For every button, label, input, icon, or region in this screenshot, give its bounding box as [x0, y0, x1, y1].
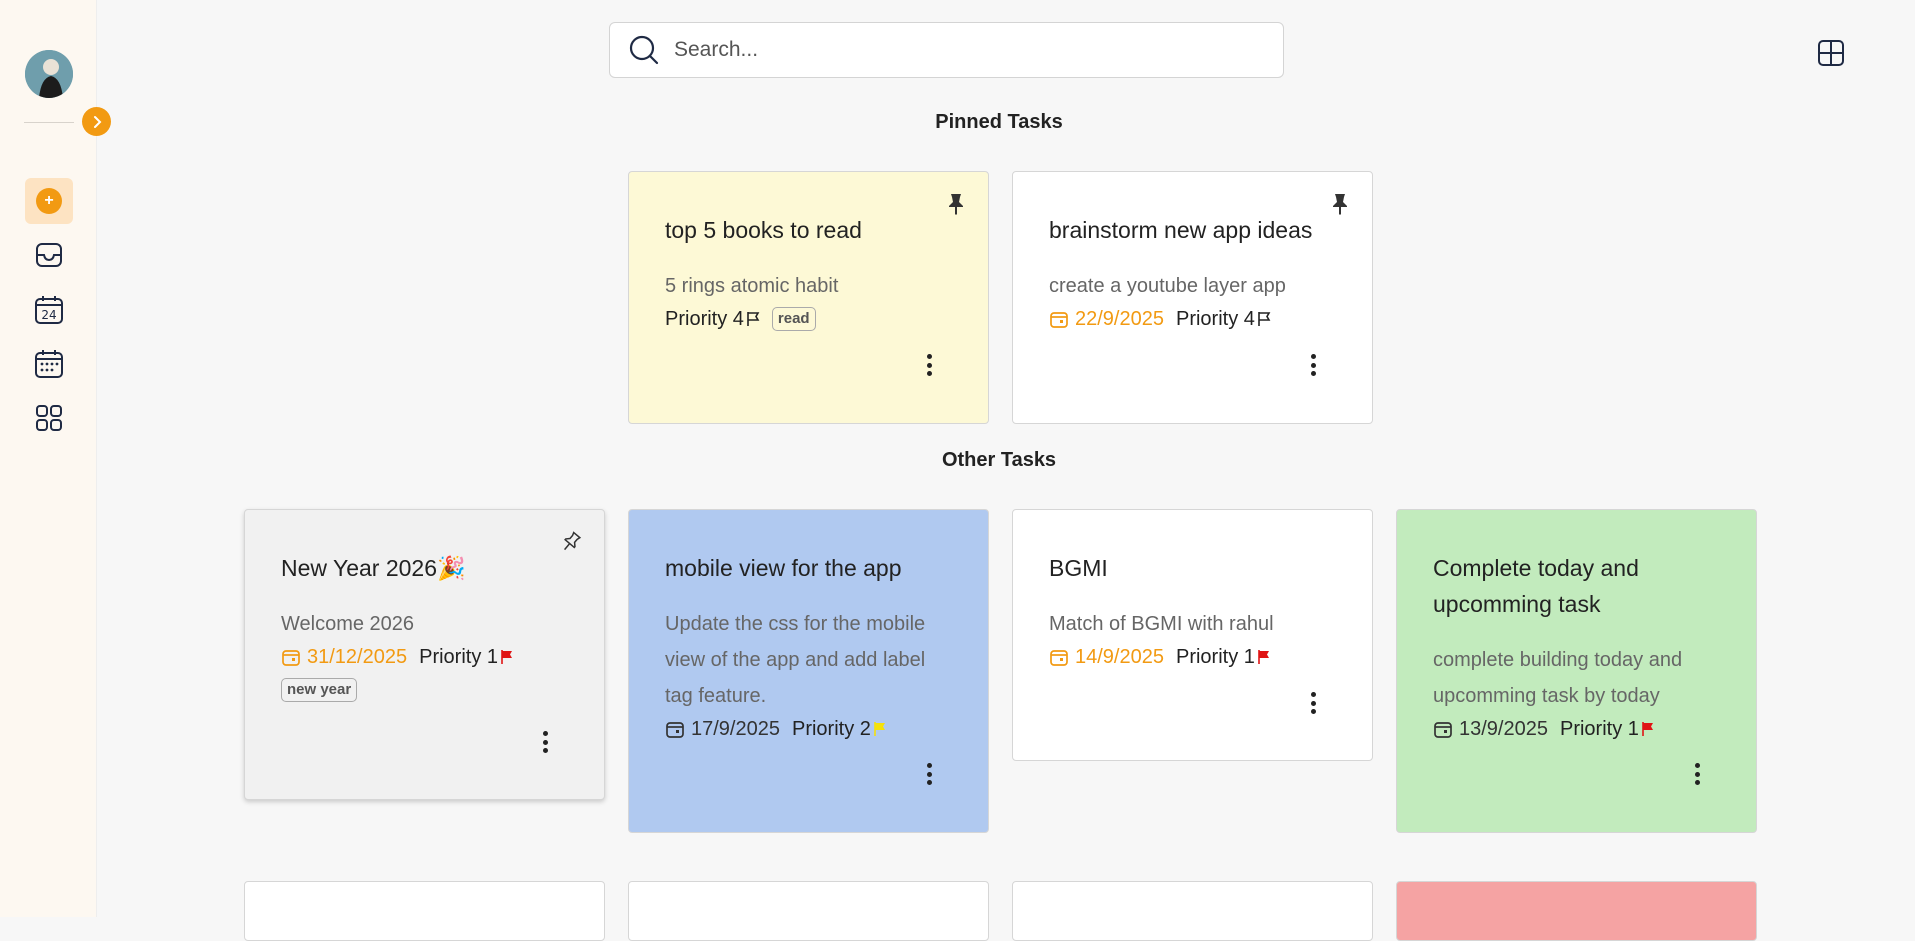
- task-card[interactable]: brainstorm new app ideas create a youtub…: [1012, 171, 1373, 424]
- search-icon: [629, 35, 659, 65]
- priority-label: Priority 1: [1176, 642, 1273, 672]
- task-card[interactable]: [1396, 881, 1757, 941]
- today-button[interactable]: 24: [25, 287, 73, 333]
- inbox-icon: [36, 243, 62, 267]
- categories-button[interactable]: [25, 395, 73, 441]
- search-input[interactable]: [674, 38, 1234, 62]
- task-card[interactable]: mobile view for the app Update the css f…: [628, 509, 989, 833]
- calendar-icon: [1434, 722, 1452, 738]
- grid-view-icon: [1818, 40, 1844, 66]
- task-meta: 14/9/2025 Priority 1: [1049, 642, 1336, 672]
- flag-outline-icon: [1258, 312, 1271, 326]
- task-card[interactable]: Complete today and upcomming task comple…: [1396, 509, 1757, 833]
- priority-label: Priority 1: [419, 642, 516, 672]
- task-description: 5 rings atomic habit: [665, 275, 839, 297]
- due-date: 14/9/2025: [1049, 642, 1164, 672]
- task-card[interactable]: New Year 2026🎉 Welcome 2026 31/12/2025 P…: [244, 509, 605, 800]
- upcoming-button[interactable]: [25, 341, 73, 387]
- task-card[interactable]: [1012, 881, 1373, 941]
- priority-label: Priority 4: [665, 304, 762, 334]
- task-title: Complete today and upcomming task: [1433, 555, 1639, 617]
- more-options-button[interactable]: [1693, 763, 1701, 789]
- task-card[interactable]: top 5 books to read 5 rings atomic habit…: [628, 171, 989, 424]
- task-card[interactable]: [628, 881, 989, 941]
- sidebar: + 24: [0, 0, 97, 917]
- flag-red-icon: [501, 650, 513, 664]
- plus-icon: +: [36, 188, 62, 214]
- task-meta: 13/9/2025 Priority 1: [1433, 714, 1720, 744]
- task-title: New Year 2026🎉: [281, 555, 466, 581]
- task-meta: Priority 4 read: [665, 304, 952, 334]
- more-options-button[interactable]: [1309, 354, 1317, 380]
- task-meta: 22/9/2025 Priority 4: [1049, 304, 1336, 334]
- task-card[interactable]: BGMI Match of BGMI with rahul 14/9/2025 …: [1012, 509, 1373, 761]
- add-task-button[interactable]: +: [25, 178, 73, 224]
- due-date: 31/12/2025: [281, 642, 407, 672]
- due-date: 13/9/2025: [1433, 714, 1548, 744]
- flag-yellow-icon: [874, 722, 885, 736]
- calendar-icon: [666, 722, 684, 738]
- task-description: create a youtube layer app: [1049, 275, 1286, 297]
- chevron-right-icon: [93, 115, 101, 128]
- search-bar[interactable]: [609, 22, 1284, 78]
- sidebar-divider: [24, 122, 74, 123]
- grid-icon: [36, 405, 62, 431]
- due-date: 17/9/2025: [665, 714, 780, 744]
- more-options-button[interactable]: [925, 354, 933, 380]
- party-emoji: 🎉: [437, 555, 466, 581]
- calendar-today-icon: 24: [35, 296, 63, 324]
- avatar-image: [25, 50, 73, 98]
- task-description: Update the css for the mobile view of th…: [665, 613, 926, 707]
- flag-red-icon: [1642, 722, 1653, 736]
- more-options-button[interactable]: [925, 763, 933, 789]
- layout-toggle-button[interactable]: [1817, 39, 1845, 67]
- calendar-icon: [282, 650, 300, 666]
- pinned-tasks-heading: Pinned Tasks: [935, 111, 1063, 133]
- due-date: 22/9/2025: [1049, 304, 1164, 334]
- priority-label: Priority 2: [792, 714, 889, 744]
- calendar-icon: [1050, 312, 1068, 328]
- task-description: Welcome 2026: [281, 613, 415, 635]
- pin-outline-icon[interactable]: [560, 530, 582, 554]
- inbox-button[interactable]: [25, 232, 73, 278]
- flag-outline-icon: [747, 312, 760, 326]
- task-title: BGMI: [1049, 555, 1108, 581]
- task-description: complete building today and upcomming ta…: [1433, 649, 1683, 707]
- calendar-day-number: 24: [41, 308, 56, 322]
- avatar[interactable]: [25, 50, 73, 98]
- more-options-button[interactable]: [541, 731, 549, 757]
- task-title: top 5 books to read: [665, 217, 862, 243]
- priority-label: Priority 4: [1176, 304, 1273, 334]
- task-meta: 17/9/2025 Priority 2: [665, 714, 952, 744]
- task-tag[interactable]: read: [771, 307, 816, 331]
- calendar-upcoming-icon: [35, 350, 63, 378]
- pin-filled-icon[interactable]: [1330, 192, 1350, 216]
- task-title: brainstorm new app ideas: [1049, 217, 1313, 243]
- more-options-button[interactable]: [1309, 692, 1317, 718]
- flag-red-icon: [1258, 650, 1269, 664]
- sidebar-expand-button[interactable]: [82, 107, 111, 136]
- task-title: mobile view for the app: [665, 555, 902, 581]
- task-card[interactable]: [244, 881, 605, 941]
- task-description: Match of BGMI with rahul: [1049, 613, 1274, 635]
- calendar-icon: [1050, 650, 1068, 666]
- pin-filled-icon[interactable]: [946, 192, 966, 216]
- task-meta: 31/12/2025 Priority 1: [281, 642, 568, 672]
- priority-label: Priority 1: [1560, 714, 1657, 744]
- task-tag[interactable]: new year: [281, 678, 358, 702]
- other-tasks-heading: Other Tasks: [941, 449, 1057, 471]
